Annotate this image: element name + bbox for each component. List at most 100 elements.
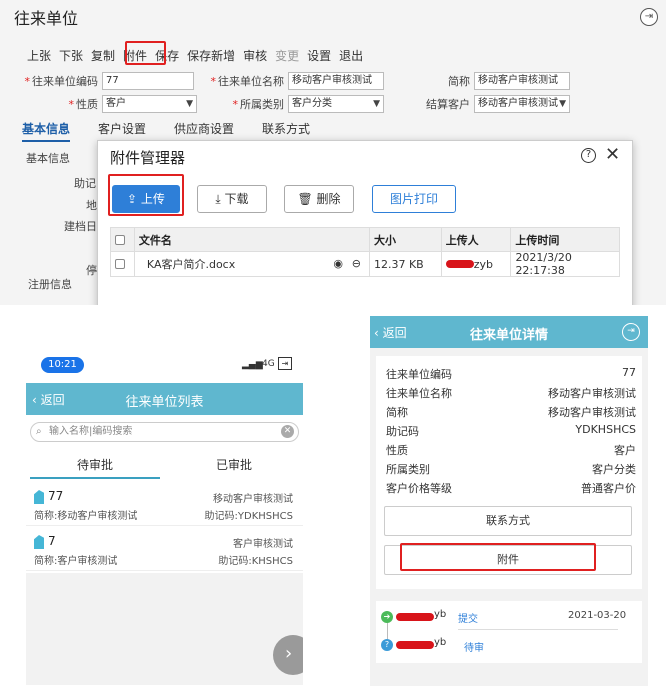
change-button[interactable]: 变更: [275, 47, 299, 64]
save-button[interactable]: 保存: [155, 47, 179, 64]
tab-supplier[interactable]: 供应商设置: [174, 120, 234, 142]
time-pill: 10:21: [41, 357, 84, 373]
code-label-text: 往来单位编码: [32, 75, 98, 88]
workflow-card: ➔ yb 提交 2021-03-20 ? yb 待审: [376, 601, 642, 663]
chevron-down-icon: ▼: [186, 99, 193, 109]
workflow-date: 2021-03-20: [568, 610, 627, 621]
nav-bar: ‹ 返回 往来单位详情 ⇥: [370, 316, 648, 348]
divider: [458, 629, 618, 630]
trash-icon: 🗑: [297, 192, 317, 206]
attachment-button[interactable]: 附件: [123, 47, 147, 64]
file-table: 文件名 大小 上传人 上传时间 KA客户简介.docx ◉ ⊖ 12.37 KB…: [110, 227, 620, 277]
delete-button[interactable]: 🗑 删除: [284, 185, 354, 213]
short-field[interactable]: 移动客户审核测试: [474, 72, 570, 90]
row-label: 助记码: [386, 425, 419, 438]
item-memo: 助记码:YDKHSHCS: [204, 511, 293, 522]
nav-bar: ‹ 返回 往来单位列表: [26, 383, 303, 415]
exit-button[interactable]: 退出: [339, 47, 363, 64]
row-label: 往来单位编码: [386, 368, 452, 381]
settle-select[interactable]: 移动客户审核测试 ▼: [474, 95, 570, 113]
name-label-text: 往来单位名称: [218, 75, 284, 88]
list-item[interactable]: 7 客户审核测试 简称:客户审核测试 助记码:KHSHCS: [26, 529, 303, 571]
row-checkbox-cell: [111, 252, 135, 276]
nature-label: * 性质: [68, 98, 99, 111]
building-icon: [34, 535, 44, 549]
exit-icon[interactable]: ⇥: [278, 357, 292, 370]
item-name: 客户审核测试: [233, 539, 293, 550]
row-value: 77: [622, 366, 636, 379]
print-image-button[interactable]: 图片打印: [372, 185, 456, 213]
exit-icon[interactable]: ⇥: [622, 323, 640, 341]
clear-icon[interactable]: ✕: [281, 425, 294, 438]
mobile-list-screen: 10:21 ▂▄▆ 4G ⇥ ‹ 返回 往来单位列表 ⌕ 输入名称|编码搜索 ✕…: [26, 350, 303, 685]
col-uploader: 上传人: [442, 228, 512, 251]
copy-button[interactable]: 复制: [91, 47, 115, 64]
form-tabs: 基本信息 客户设置 供应商设置 联系方式: [22, 120, 338, 142]
row-label: 所属类别: [386, 463, 430, 476]
network-label: 4G: [262, 359, 275, 369]
approval-tabs: 待审批 已审批: [26, 454, 303, 479]
search-icon: ⌕: [36, 426, 42, 437]
row-value: 客户: [614, 444, 636, 457]
tab-pending[interactable]: 待审批: [26, 456, 164, 473]
arrow-right-icon: ➔: [381, 611, 393, 623]
item-code: 77: [48, 489, 64, 503]
search-input[interactable]: ⌕ 输入名称|编码搜索 ✕: [30, 422, 299, 442]
audit-button[interactable]: 审核: [243, 47, 267, 64]
addr-label: 地: [86, 199, 97, 212]
code-label: * 往来单位编码: [24, 75, 99, 88]
detail-row: 往来单位名称 移动客户审核测试: [386, 385, 636, 401]
minus-circle-icon[interactable]: ⊖: [352, 257, 361, 270]
download-button[interactable]: ⤓ 下载: [197, 185, 267, 213]
tab-approved[interactable]: 已审批: [165, 456, 303, 473]
user-suffix: yb: [434, 637, 447, 648]
mobile-detail-screen: ‹ 返回 往来单位详情 ⇥ 往来单位编码 77 往来单位名称 移动客户审核测试 简称…: [370, 316, 648, 686]
category-select[interactable]: 客户分类 ▼: [288, 95, 384, 113]
name-field[interactable]: 移动客户审核测试: [288, 72, 384, 90]
chevron-down-icon: ▼: [559, 99, 566, 109]
item-short: 简称:移动客户审核测试: [34, 511, 138, 522]
user-suffix: yb: [434, 609, 447, 620]
window-title: 往来单位: [14, 9, 79, 28]
row-value: 普通客户价: [581, 482, 636, 495]
dialog-title: 附件管理器: [110, 149, 186, 167]
tab-contact[interactable]: 联系方式: [262, 120, 310, 142]
file-name-cell: KA客户简介.docx ◉ ⊖: [135, 252, 370, 276]
save-new-button[interactable]: 保存新增: [187, 47, 235, 64]
workflow-action: 待审: [464, 643, 484, 654]
detail-row: 往来单位编码 77: [386, 366, 636, 382]
next-button[interactable]: 下张: [59, 47, 83, 64]
file-uploader: zyb: [442, 252, 512, 276]
upload-button[interactable]: ⇪ 上传: [112, 185, 180, 213]
date-label: 建档日: [64, 220, 97, 233]
close-icon[interactable]: ✕: [605, 144, 620, 165]
table-row[interactable]: KA客户简介.docx ◉ ⊖ 12.37 KB zyb 2021/3/20 2…: [111, 251, 619, 277]
row-label: 简称: [386, 406, 408, 419]
section-basic: 基本信息: [26, 152, 70, 165]
list-item[interactable]: 77 移动客户审核测试 简称:移动客户审核测试 助记码:YDKHSHCS: [26, 484, 303, 526]
row-label: 性质: [386, 444, 408, 457]
question-icon: ?: [381, 639, 393, 651]
contact-button[interactable]: 联系方式: [384, 506, 632, 536]
tab-customer[interactable]: 客户设置: [98, 120, 146, 142]
code-field[interactable]: 77: [102, 72, 194, 90]
prev-button[interactable]: 上张: [27, 47, 51, 64]
exit-icon[interactable]: ⇥: [640, 8, 658, 26]
select-all-checkbox[interactable]: [115, 234, 125, 245]
settings-button[interactable]: 设置: [307, 47, 331, 64]
category-value: 客户分类: [292, 98, 332, 109]
detail-row: 性质 客户: [386, 442, 636, 458]
attachment-button[interactable]: 附件: [384, 545, 632, 575]
nature-select[interactable]: 客户 ▼: [102, 95, 197, 113]
name-label: * 往来单位名称: [210, 75, 285, 88]
help-icon[interactable]: ?: [581, 148, 596, 163]
row-checkbox[interactable]: [115, 259, 125, 269]
redacted-mark: [445, 260, 474, 268]
detail-row: 客户价格等级 普通客户价: [386, 480, 636, 496]
redacted-mark: [396, 613, 434, 621]
building-icon: [34, 490, 44, 504]
header-checkbox-cell: [111, 228, 135, 251]
tab-basic[interactable]: 基本信息: [22, 120, 71, 142]
eye-icon[interactable]: ◉: [333, 257, 343, 270]
redacted-mark: [396, 641, 434, 649]
